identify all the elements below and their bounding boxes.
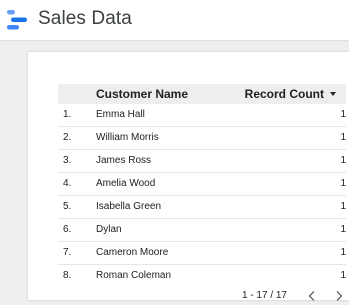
report-title: Sales Data — [38, 8, 132, 29]
table-row[interactable]: 8. Roman Coleman 1 — [58, 265, 346, 287]
top-bar: Sales Data — [0, 0, 349, 41]
customer-name-cell: Roman Coleman — [96, 270, 172, 281]
column-header-record-count[interactable]: Record Count — [245, 87, 336, 101]
chevron-left-icon[interactable] — [305, 289, 319, 303]
customer-name-cell: Cameron Moore — [96, 247, 169, 258]
pagination: 1 - 17 / 17 — [209, 289, 349, 305]
table-row[interactable]: 7. Cameron Moore 1 — [58, 242, 346, 265]
table-row[interactable]: 4. Amelia Wood 1 — [58, 173, 346, 196]
customer-name-cell: Dylan — [96, 224, 122, 235]
customer-name-cell: Amelia Wood — [96, 178, 156, 189]
row-index: 6. — [63, 224, 72, 235]
row-index: 2. — [63, 132, 72, 143]
record-count-cell: 1 — [340, 178, 346, 189]
column-header-record-count-label: Record Count — [244, 87, 324, 101]
record-count-cell: 1 — [340, 201, 346, 212]
table-body: 1. Emma Hall 1 2. William Morris 1 3. James Ros… — [58, 104, 346, 287]
row-index: 1. — [63, 109, 72, 120]
page-range-label: 1 - 17 / 17 — [241, 290, 287, 301]
record-count-cell: 1 — [340, 270, 346, 281]
table-row[interactable]: 1. Emma Hall 1 — [58, 104, 346, 127]
row-index: 8. — [63, 270, 72, 281]
table-header: Customer Name Record Count — [58, 84, 346, 104]
record-count-cell: 1 — [340, 224, 346, 235]
customer-name-cell: Isabella Green — [96, 201, 162, 212]
report-page: Customer Name Record Count 1. Emma Hall 1 2… — [28, 52, 349, 301]
record-count-cell: 1 — [340, 132, 346, 143]
table-row[interactable]: 2. William Morris 1 — [58, 127, 346, 150]
record-count-cell: 1 — [340, 155, 346, 166]
record-count-cell: 1 — [340, 109, 346, 120]
record-count-cell: 1 — [340, 247, 346, 258]
sort-descending-icon[interactable] — [330, 92, 336, 96]
table-row[interactable]: 6. Dylan 1 — [58, 219, 346, 242]
customer-name-cell: William Morris — [96, 132, 159, 143]
looker-studio-logo-icon[interactable] — [6, 9, 28, 31]
customer-name-cell: Emma Hall — [96, 109, 145, 120]
row-index: 3. — [63, 155, 72, 166]
column-header-customer-name[interactable]: Customer Name — [96, 87, 188, 101]
data-table: Customer Name Record Count 1. Emma Hall 1 2… — [58, 84, 346, 287]
row-index: 7. — [63, 247, 72, 258]
table-row[interactable]: 3. James Ross 1 — [58, 150, 346, 173]
row-index: 5. — [63, 201, 72, 212]
report-canvas: Customer Name Record Count 1. Emma Hall 1 2… — [0, 41, 349, 301]
customer-name-cell: James Ross — [96, 155, 152, 166]
chevron-right-icon[interactable] — [332, 289, 346, 303]
table-row[interactable]: 5. Isabella Green 1 — [58, 196, 346, 219]
row-index: 4. — [63, 178, 72, 189]
